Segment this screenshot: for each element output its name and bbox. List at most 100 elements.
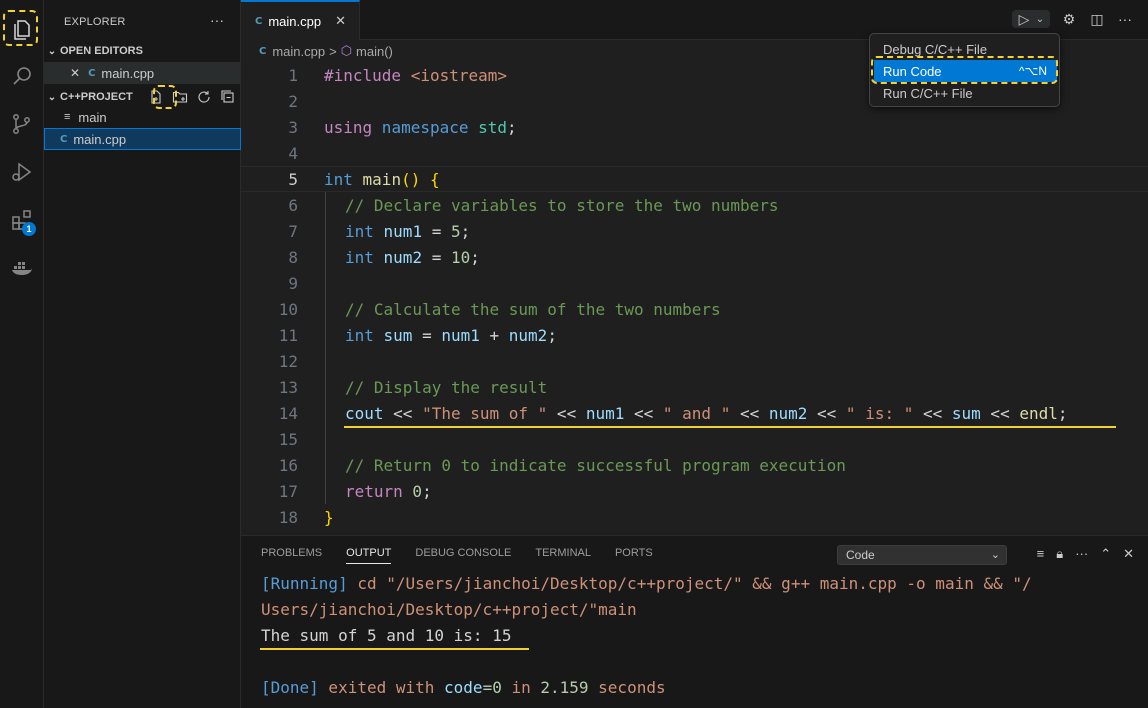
line-number: 15 [278,429,298,449]
run-dropdown[interactable]: ▷ ⌄ [1012,10,1050,28]
token: int [345,221,374,241]
breadcrumb-symbol[interactable]: main() [356,44,393,59]
token: // Calculate the sum of the two numbers [345,299,721,319]
more-actions-icon[interactable]: ··· [1075,546,1088,562]
tab-terminal[interactable]: TERMINAL [535,547,591,564]
output-line: [Running] cd "/Users/jianchoi/Desktop/c+… [261,571,1032,597]
extensions-activity[interactable] [0,198,44,242]
line-number: 3 [288,117,298,137]
code-line-current: 5 int main() { [241,166,1148,192]
activity-bar: 1 [0,0,44,708]
highlight-underline-result [260,648,529,650]
explorer-activity[interactable] [0,8,44,52]
menu-item-run-code[interactable]: Run Code ^⌥N [874,60,1057,82]
token: << [547,403,586,423]
tab-main-cpp[interactable]: C main.cpp ✕ [241,0,360,40]
token: } [324,507,334,527]
line-number: 7 [288,221,298,241]
breadcrumb-file[interactable]: main.cpp [272,44,325,59]
chevron-down-icon[interactable]: ⌄ [1033,10,1047,28]
menu-item-run-cpp[interactable]: Run C/C++ File [874,82,1057,104]
more-actions-icon[interactable]: ··· [1116,10,1134,28]
token: sum [951,403,981,423]
run-debug-icon [12,162,32,182]
token: namespace [372,117,469,137]
play-icon[interactable]: ▷ [1015,10,1033,28]
code-editor[interactable]: 1 #include <iostream> 2 3 using namespace … [241,62,1148,534]
open-editors-section[interactable]: ⌄ OPEN EDITORS [44,40,241,62]
menu-item-debug-cpp[interactable]: Debug C/C++ File [874,38,1057,60]
token: using [324,117,373,137]
cpp-file-icon: C [259,45,267,57]
run-debug-activity[interactable] [0,150,44,194]
bottom-panel: PROBLEMS OUTPUT DEBUG CONSOLE TERMINAL P… [241,535,1148,708]
new-folder-icon[interactable] [172,89,188,105]
token: int [345,247,374,267]
search-activity[interactable] [0,54,44,98]
refresh-icon[interactable] [196,89,212,105]
token: num1 [441,325,480,345]
tab-output[interactable]: OUTPUT [346,547,392,564]
output-done-tag: [Done] [261,678,319,697]
breadcrumb: C main.cpp > ⬡ main() [259,42,393,60]
tab-ports[interactable]: PORTS [615,547,653,564]
code-line: 11 int sum = num1 + num2; [241,322,1148,348]
search-icon [13,67,31,85]
output-text: seconds [588,678,666,697]
line-number: 11 [278,325,298,345]
token: << [913,403,952,423]
code-line: 8 int num2 = 10; [241,244,1148,270]
token: // Return 0 to indicate successful progr… [345,455,846,475]
token: << [624,403,663,423]
extensions-badge: 1 [22,222,36,236]
panel-tabs: PROBLEMS OUTPUT DEBUG CONSOLE TERMINAL P… [261,547,653,564]
line-number: 1 [288,65,298,85]
code-line: 15 [241,426,1148,452]
token: = [422,247,451,267]
code-line: 17 return 0; [241,478,1148,504]
code-line: 13 // Display the result [241,374,1148,400]
split-editor-icon[interactable]: ◫ [1088,10,1106,28]
open-editor-item[interactable]: ✕ C main.cpp [44,62,241,84]
source-control-icon [13,114,30,134]
output-text: code [444,678,483,697]
output-channel-value: Code [846,548,875,562]
clear-output-icon[interactable]: ≡ [1037,546,1045,562]
tab-problems[interactable]: PROBLEMS [261,547,322,564]
new-file-icon[interactable] [148,89,164,105]
token: num2 [373,247,423,267]
token: cout [345,403,384,423]
lock-icon[interactable]: 🔒︎ [1056,546,1063,562]
file-name-main-cpp: main.cpp [73,131,127,147]
file-name-main: main [78,109,107,125]
code-line: 3 using namespace std; [241,114,1148,140]
line-number: 6 [288,195,298,215]
output-line: [Done] exited with code=0 in 2.159 secon… [261,675,666,701]
docker-icon [12,262,32,275]
maximize-panel-icon[interactable]: ⌃ [1100,546,1111,562]
tab-label: main.cpp [268,13,322,29]
explorer-title: EXPLORER [64,16,126,28]
collapse-all-icon[interactable] [220,89,236,105]
token: num2 [768,403,808,423]
explorer-more-icon[interactable]: ··· [210,12,224,28]
token: main [352,169,402,189]
token: int [345,325,374,345]
token: sum [373,325,413,345]
output-channel-select[interactable]: Code ⌄ [837,545,1007,565]
file-item-main[interactable]: ≡ main [44,106,241,128]
code-line: 4 [241,140,1148,166]
token: #include [324,65,402,85]
breadcrumb-separator: > [329,43,337,59]
token: << [807,403,846,423]
close-icon[interactable]: ✕ [70,66,80,80]
output-result: The sum of 5 and 10 is: 15 [261,626,512,645]
line-number: 16 [278,455,298,475]
source-control-activity[interactable] [0,102,44,146]
tab-close-icon[interactable]: ✕ [335,13,346,29]
close-panel-icon[interactable]: ✕ [1123,546,1134,562]
gear-icon[interactable]: ⚙ [1060,10,1078,28]
docker-activity[interactable] [0,246,44,290]
file-item-main-cpp[interactable]: C main.cpp [44,128,241,150]
tab-debug-console[interactable]: DEBUG CONSOLE [415,547,511,564]
